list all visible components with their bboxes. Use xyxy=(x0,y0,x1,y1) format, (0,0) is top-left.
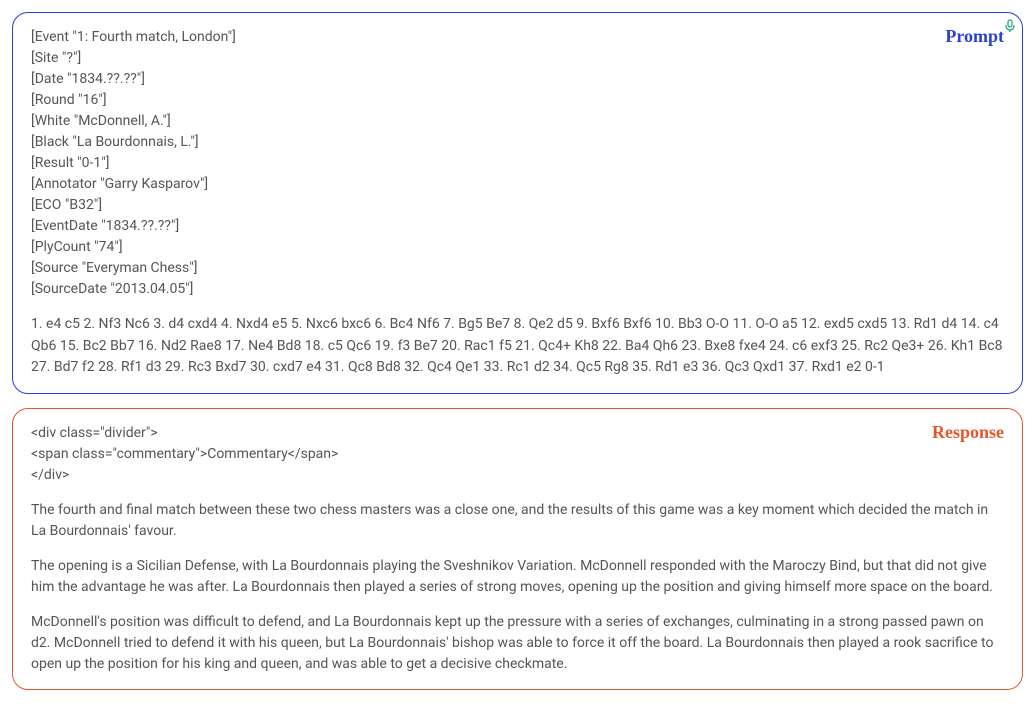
pgn-header-line: [ECO "B32"] xyxy=(31,195,1004,216)
pgn-header-line: [Event "1: Fourth match, London"] xyxy=(31,27,1004,48)
code-line: </div> xyxy=(31,465,1004,486)
prompt-card: Prompt [Event "1: Fourth match, London"]… xyxy=(12,12,1023,394)
pgn-header-line: [PlyCount "74"] xyxy=(31,237,1004,258)
pgn-header-line: [Round "16"] xyxy=(31,90,1004,111)
code-line: <div class="divider"> xyxy=(31,423,1004,444)
mic-icon[interactable] xyxy=(1004,19,1016,40)
pgn-header-line: [Site "?"] xyxy=(31,48,1004,69)
pgn-header-line: [EventDate "1834.??.??"] xyxy=(31,216,1004,237)
pgn-header-line: [Black "La Bourdonnais, L."] xyxy=(31,132,1004,153)
response-label: Response xyxy=(932,419,1004,446)
pgn-header-line: [SourceDate "2013.04.05"] xyxy=(31,279,1004,300)
pgn-header-line: [Annotator "Garry Kasparov"] xyxy=(31,174,1004,195)
response-card: Response <div class="divider"> <span cla… xyxy=(12,408,1023,690)
response-paragraph: McDonnell's position was difficult to de… xyxy=(31,612,1004,675)
pgn-header-line: [Date "1834.??.??"] xyxy=(31,69,1004,90)
pgn-header-line: [White "McDonnell, A."] xyxy=(31,111,1004,132)
pgn-header-line: [Result "0-1"] xyxy=(31,153,1004,174)
prompt-label: Prompt xyxy=(945,23,1004,50)
pgn-moves: 1. e4 c5 2. Nf3 Nc6 3. d4 cxd4 4. Nxd4 e… xyxy=(31,314,1004,379)
commentary-divider-code: <div class="divider"> <span class="comme… xyxy=(31,423,1004,486)
pgn-header-line: [Source "Everyman Chess"] xyxy=(31,258,1004,279)
code-line: <span class="commentary">Commentary</spa… xyxy=(31,444,1004,465)
response-paragraph: The fourth and final match between these… xyxy=(31,500,1004,542)
response-paragraph: The opening is a Sicilian Defense, with … xyxy=(31,556,1004,598)
pgn-headers: [Event "1: Fourth match, London"] [Site … xyxy=(31,27,1004,300)
